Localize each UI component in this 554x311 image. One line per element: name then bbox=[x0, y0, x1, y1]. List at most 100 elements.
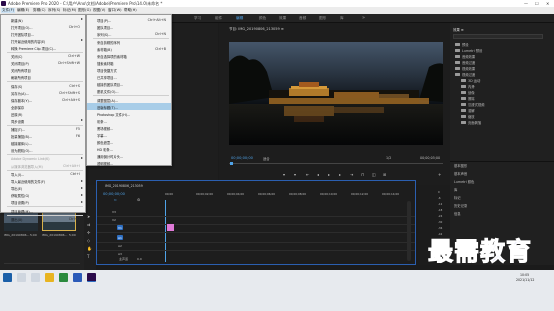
menu-item[interactable]: 项目管理(M)... bbox=[1, 207, 85, 214]
menu-item[interactable]: 退出(X) Ctrl+Q bbox=[1, 216, 85, 223]
snap-icon[interactable]: ⊂ bbox=[114, 198, 117, 202]
menu-item[interactable]: 调整图层(A)... bbox=[87, 96, 171, 103]
minimize-button[interactable]: — bbox=[524, 1, 528, 6]
menu-edit[interactable]: 编辑(E) bbox=[17, 8, 29, 13]
program-timecode[interactable]: 00;00;00;00 bbox=[231, 156, 253, 160]
menu-item[interactable]: 项目设置(P) bbox=[1, 199, 85, 206]
step-forward-icon[interactable]: ▸ bbox=[339, 172, 341, 177]
workspace-tab[interactable]: 音频 bbox=[299, 16, 306, 21]
menu-item[interactable]: HD 彩条... bbox=[87, 145, 171, 152]
program-scrubber[interactable] bbox=[229, 163, 443, 164]
menu-item[interactable]: 保存(S) Ctrl+S bbox=[1, 82, 85, 89]
hand-tool-icon[interactable]: ✋ bbox=[87, 246, 92, 251]
menu-item[interactable]: 链接媒体(L)... bbox=[1, 140, 85, 147]
workspace-tab[interactable]: 库 bbox=[340, 16, 344, 21]
menu-item[interactable]: 设为脱机(O)... bbox=[1, 147, 85, 154]
menu-item[interactable]: 序列(S)... Ctrl+N bbox=[87, 30, 171, 37]
maximize-button[interactable]: ☐ bbox=[535, 1, 539, 6]
menu-item[interactable]: 同步设置 bbox=[1, 117, 85, 124]
menu-item[interactable]: 搜索素材箱 bbox=[87, 60, 171, 67]
razor-tool-icon[interactable]: ◇ bbox=[87, 238, 90, 243]
menu-item[interactable]: 导入(I)... Ctrl+I bbox=[1, 171, 85, 178]
menu-item[interactable]: 新建(N) bbox=[1, 16, 85, 23]
compare-icon[interactable]: ⊞ bbox=[383, 172, 386, 177]
close-button[interactable]: ✕ bbox=[546, 1, 549, 6]
go-to-in-icon[interactable]: ⇤ bbox=[306, 172, 309, 177]
step-back-icon[interactable]: ◂ bbox=[317, 172, 319, 177]
file-explorer-icon[interactable] bbox=[45, 273, 54, 282]
playhead-marker-icon[interactable] bbox=[230, 162, 233, 165]
timeline-tab[interactable]: IMG_20190806_213059 bbox=[105, 184, 143, 188]
track-select-tool-icon[interactable]: ⇉ bbox=[87, 222, 90, 227]
menu-item[interactable]: 全部保存 bbox=[1, 103, 85, 110]
section-essential-sound[interactable]: 基本声音 bbox=[454, 171, 467, 176]
workspace-more-icon[interactable]: » bbox=[362, 15, 365, 21]
ripple-tool-icon[interactable]: ✢ bbox=[87, 230, 90, 235]
menu-item[interactable]: 刷新所有项目 bbox=[1, 74, 85, 81]
workspace-tab[interactable]: 学习 bbox=[194, 16, 201, 21]
quality-dropdown[interactable]: 1/2 bbox=[386, 156, 391, 160]
menu-sequence[interactable]: 序列(S) bbox=[48, 8, 60, 13]
section-lumetri[interactable]: Lumetri 颜色 bbox=[454, 179, 474, 184]
premiere-taskbar-icon[interactable] bbox=[87, 273, 96, 282]
menu-item[interactable]: 导入最近使用的文件(F) bbox=[1, 178, 85, 185]
menu-item[interactable]: 获取属性(G) bbox=[1, 192, 85, 199]
menu-item[interactable]: 项目(P)... Ctrl+Alt+N bbox=[87, 16, 171, 23]
menu-help[interactable]: 帮助(H) bbox=[124, 8, 137, 13]
menu-item[interactable]: 脱机文件(O)... bbox=[87, 88, 171, 95]
menu-item[interactable]: 项目快捷方式 bbox=[87, 67, 171, 74]
workspace-tab[interactable]: 图形 bbox=[319, 16, 326, 21]
go-to-out-icon[interactable]: ⇥ bbox=[350, 172, 353, 177]
menu-item[interactable]: 打开项目(O)... Ctrl+O bbox=[1, 23, 85, 30]
tree-item[interactable]: 页面剥落 bbox=[450, 119, 554, 126]
section-info[interactable]: 信息 bbox=[454, 211, 461, 216]
menu-item[interactable]: 字幕... bbox=[87, 131, 171, 138]
menu-item[interactable]: 素材箱(B) Ctrl+B bbox=[87, 46, 171, 53]
menu-item[interactable]: 团队项目... bbox=[87, 23, 171, 30]
menu-item[interactable]: 透明视频... bbox=[87, 159, 171, 166]
menu-item[interactable]: 旧版标题(T)... bbox=[87, 103, 171, 110]
selection-tool-icon[interactable]: ➤ bbox=[87, 214, 90, 219]
task-view-icon[interactable] bbox=[31, 273, 40, 282]
menu-item[interactable]: 链接的团队项目... bbox=[87, 81, 171, 88]
section-essential-graphics[interactable]: 基本图形 bbox=[454, 163, 467, 168]
menu-item[interactable]: 来自剪辑的序列 bbox=[87, 39, 171, 46]
menu-item[interactable]: 捕捉(T)... F5 bbox=[1, 126, 85, 133]
browser-icon[interactable] bbox=[59, 273, 68, 282]
menu-item[interactable]: 通用倒计时片头... bbox=[87, 152, 171, 159]
menu-item[interactable]: 另存为(A)... Ctrl+Shift+S bbox=[1, 89, 85, 96]
menu-item[interactable]: 保存副本(Y)... Ctrl+Alt+S bbox=[1, 96, 85, 103]
menu-item[interactable]: 已共享项目... bbox=[87, 74, 171, 81]
menu-item[interactable]: 关闭项目(P) Ctrl+Shift+W bbox=[1, 60, 85, 67]
section-libraries[interactable]: 库 bbox=[454, 187, 457, 192]
menu-item[interactable]: 黑场视频... bbox=[87, 124, 171, 131]
menu-item[interactable]: 来自选择项的素材箱 bbox=[87, 53, 171, 60]
type-tool-icon[interactable]: T bbox=[87, 254, 89, 259]
video-clip[interactable] bbox=[167, 224, 174, 231]
menu-item[interactable]: 打开团队项目... bbox=[1, 30, 85, 37]
word-icon[interactable] bbox=[73, 273, 82, 282]
menu-item[interactable]: 颜色遮罩... bbox=[87, 138, 171, 145]
fit-dropdown[interactable]: 适合 bbox=[263, 156, 270, 161]
mark-out-icon[interactable]: ▾ bbox=[294, 172, 296, 177]
menu-item[interactable]: 打开最近使用的内容(E) bbox=[1, 37, 85, 44]
menu-window[interactable]: 窗口(W) bbox=[108, 8, 122, 13]
menu-view[interactable]: 视图(V) bbox=[93, 8, 105, 13]
play-icon[interactable]: ▸ bbox=[328, 172, 330, 177]
workspace-tab[interactable]: 效果 bbox=[279, 16, 286, 21]
menu-file[interactable]: 文件(F) bbox=[1, 8, 16, 13]
section-markers[interactable]: 标记 bbox=[454, 195, 461, 200]
menu-item[interactable]: Photoshop 文件(H)... bbox=[87, 110, 171, 117]
start-icon[interactable] bbox=[3, 273, 12, 282]
menu-item[interactable]: 批量捕捉(B)... F6 bbox=[1, 133, 85, 140]
menu-graphics[interactable]: 图形(G) bbox=[78, 8, 91, 13]
menu-clip[interactable]: 剪辑(C) bbox=[33, 8, 46, 13]
menu-item[interactable]: 关闭所有项目 bbox=[1, 67, 85, 74]
menu-item[interactable]: 关闭(C) Ctrl+W bbox=[1, 53, 85, 60]
timeline-vscroll[interactable] bbox=[407, 201, 411, 261]
workspace-tab-active[interactable]: 编辑 bbox=[236, 16, 243, 21]
effects-search-input[interactable] bbox=[453, 34, 543, 39]
workspace-tab[interactable]: 组件 bbox=[215, 16, 222, 21]
export-frame-icon[interactable]: ◫ bbox=[372, 172, 376, 177]
lift-icon[interactable]: ⊓ bbox=[361, 172, 364, 177]
